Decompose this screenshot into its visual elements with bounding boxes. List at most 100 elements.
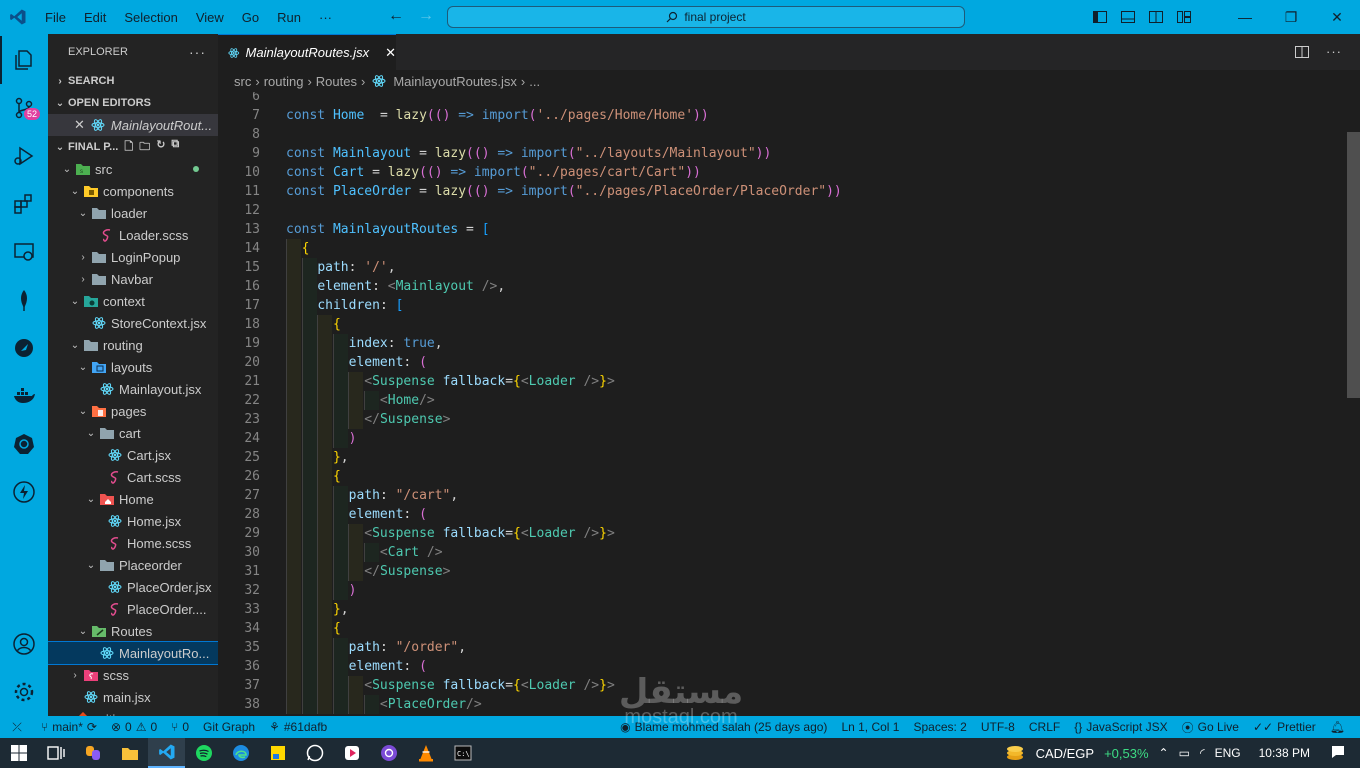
lightning-activity[interactable]	[0, 468, 48, 516]
code-line[interactable]: 11 const PlaceOrder = lazy(() => import("…	[218, 182, 1346, 201]
close-icon[interactable]: ✕	[74, 117, 85, 133]
code-line[interactable]: 27 path: "/cart",	[218, 486, 1346, 505]
tree-file[interactable]: PlaceOrder....	[48, 598, 218, 620]
code-line[interactable]: 35 path: "/order",	[218, 638, 1346, 657]
new-folder-icon[interactable]: 🗀	[139, 138, 150, 157]
toggle-primary-sidebar-icon[interactable]	[1092, 9, 1108, 25]
forward-arrow-icon[interactable]: →	[418, 7, 434, 25]
back-arrow-icon[interactable]: ←	[388, 7, 404, 25]
restore-button[interactable]: ❐	[1268, 9, 1314, 26]
network-icon[interactable]: ▭	[1179, 746, 1190, 760]
menu-selection[interactable]: Selection	[115, 10, 186, 25]
indentation[interactable]: Spaces: 2	[906, 720, 973, 734]
taskbar-edge[interactable]	[222, 738, 259, 768]
commit-indicator[interactable]: ⚘ #61dafb	[262, 720, 334, 734]
breadcrumb-symbol[interactable]: ...	[529, 74, 540, 89]
taskbar-youtube-app[interactable]	[333, 738, 370, 768]
taskbar-vlc[interactable]	[407, 738, 444, 768]
code-line[interactable]: 8	[218, 125, 1346, 144]
tree-folder[interactable]: ⌄ loader	[48, 202, 218, 224]
start-button[interactable]	[0, 738, 37, 768]
taskbar-copilot[interactable]	[74, 738, 111, 768]
menu-go[interactable]: Go	[233, 10, 268, 25]
go-live-button[interactable]: ⦿ Go Live	[1175, 719, 1246, 736]
code-line[interactable]: 26 {	[218, 467, 1346, 486]
command-center-search[interactable]: final project	[447, 6, 965, 28]
tree-file[interactable]: PlaceOrder.jsx	[48, 576, 218, 598]
taskbar-whatsapp[interactable]	[296, 738, 333, 768]
notifications-button[interactable]: 🔔︎	[1323, 720, 1352, 734]
code-line[interactable]: 18 {	[218, 315, 1346, 334]
tree-file[interactable]: Home.jsx	[48, 510, 218, 532]
tree-folder[interactable]: ⌄ Routes	[48, 620, 218, 642]
code-editor[interactable]: 6 7 const Home = lazy(() => import('../pag…	[218, 92, 1346, 716]
breadcrumb-routing[interactable]: routing	[264, 74, 304, 89]
code-line[interactable]: 15 path: '/',	[218, 258, 1346, 277]
code-line[interactable]: 13 const MainlayoutRoutes = [	[218, 220, 1346, 239]
breadcrumb-src[interactable]: src	[234, 74, 251, 89]
explorer-activity[interactable]	[0, 36, 48, 84]
mongodb-activity[interactable]	[0, 276, 48, 324]
tree-file[interactable]: Loader.scss	[48, 224, 218, 246]
language-indicator[interactable]: ENG	[1215, 746, 1241, 760]
git-graph-button[interactable]: Git Graph	[196, 720, 262, 734]
task-view-button[interactable]	[37, 738, 74, 768]
remote-explorer-activity[interactable]	[0, 228, 48, 276]
cursor-position[interactable]: Ln 1, Col 1	[834, 720, 906, 734]
git-blame-indicator[interactable]: ◉ Blame mohmed salah (25 days ago)	[613, 720, 834, 734]
tree-file[interactable]: MainlayoutRo...	[48, 641, 218, 665]
tree-file[interactable]: Home.scss	[48, 532, 218, 554]
accounts-activity[interactable]	[0, 620, 48, 668]
code-line[interactable]: 36 element: (	[218, 657, 1346, 676]
code-line[interactable]: 17 children: [	[218, 296, 1346, 315]
code-line[interactable]: 34 {	[218, 619, 1346, 638]
code-line[interactable]: 30 <Cart />	[218, 543, 1346, 562]
code-line[interactable]: 9 const Mainlayout = lazy(() => import(".…	[218, 144, 1346, 163]
menu-edit[interactable]: Edit	[75, 10, 115, 25]
code-line[interactable]: 19 index: true,	[218, 334, 1346, 353]
code-line[interactable]: 23 </Suspense>	[218, 410, 1346, 429]
tree-file[interactable]: StoreContext.jsx	[48, 312, 218, 334]
code-line[interactable]: 14 {	[218, 239, 1346, 258]
encoding[interactable]: UTF-8	[974, 720, 1022, 734]
breadcrumb-routes[interactable]: Routes	[316, 74, 357, 89]
tree-file[interactable]: main.jsx	[48, 686, 218, 708]
currency-pair[interactable]: CAD/EGP	[1036, 746, 1095, 761]
menu-file[interactable]: File	[36, 10, 75, 25]
editor-scrollbar-thumb[interactable]	[1347, 132, 1360, 398]
tree-folder[interactable]: › LoginPopup	[48, 246, 218, 268]
close-window-button[interactable]: ✕	[1314, 9, 1360, 26]
tree-folder[interactable]: › Navbar	[48, 268, 218, 290]
ports-indicator[interactable]: ⑂ 0	[164, 720, 196, 734]
code-line[interactable]: 20 element: (	[218, 353, 1346, 372]
code-line[interactable]: 37 <Suspense fallback={<Loader />}>	[218, 676, 1346, 695]
code-line[interactable]: 28 element: (	[218, 505, 1346, 524]
breadcrumb-file[interactable]: MainlayoutRoutes.jsx	[393, 74, 517, 89]
code-line[interactable]: 31 </Suspense>	[218, 562, 1346, 581]
code-line[interactable]: 12	[218, 201, 1346, 220]
docker-activity[interactable]	[0, 372, 48, 420]
code-line[interactable]: 7 const Home = lazy(() => import('../page…	[218, 106, 1346, 125]
code-line[interactable]: 21 <Suspense fallback={<Loader />}>	[218, 372, 1346, 391]
prettier-indicator[interactable]: ✓✓ Prettier	[1246, 720, 1323, 734]
more-actions-icon[interactable]: ···	[1326, 44, 1342, 60]
tree-folder[interactable]: ⌄ cart	[48, 422, 218, 444]
folder-section[interactable]: ⌄ FINAL P... 🗋 🗀 ↻ ⧉	[48, 136, 218, 158]
tree-folder[interactable]: ⌄ routing	[48, 334, 218, 356]
explorer-more-icon[interactable]: ···	[189, 44, 206, 60]
tab-mainlayout-routes[interactable]: MainlayoutRoutes.jsx ✕	[218, 34, 396, 70]
code-line[interactable]: 33 },	[218, 600, 1346, 619]
code-line[interactable]: 25 },	[218, 448, 1346, 467]
clock[interactable]: 10:38 PM	[1259, 746, 1310, 760]
menu-run[interactable]: Run	[268, 10, 310, 25]
run-debug-activity[interactable]	[0, 132, 48, 180]
manage-activity[interactable]	[0, 668, 48, 716]
toggle-panel-icon[interactable]	[1120, 9, 1136, 25]
menu-more[interactable]: ···	[310, 10, 341, 25]
tree-folder[interactable]: ⌄ Home	[48, 488, 218, 510]
language-mode[interactable]: {} JavaScript JSX	[1067, 720, 1174, 734]
branch-indicator[interactable]: ⑂ main* ⟳	[34, 720, 104, 734]
menu-view[interactable]: View	[187, 10, 233, 25]
wifi-icon[interactable]: ◜	[1200, 746, 1205, 760]
remote-indicator[interactable]: ⤫	[0, 716, 34, 738]
